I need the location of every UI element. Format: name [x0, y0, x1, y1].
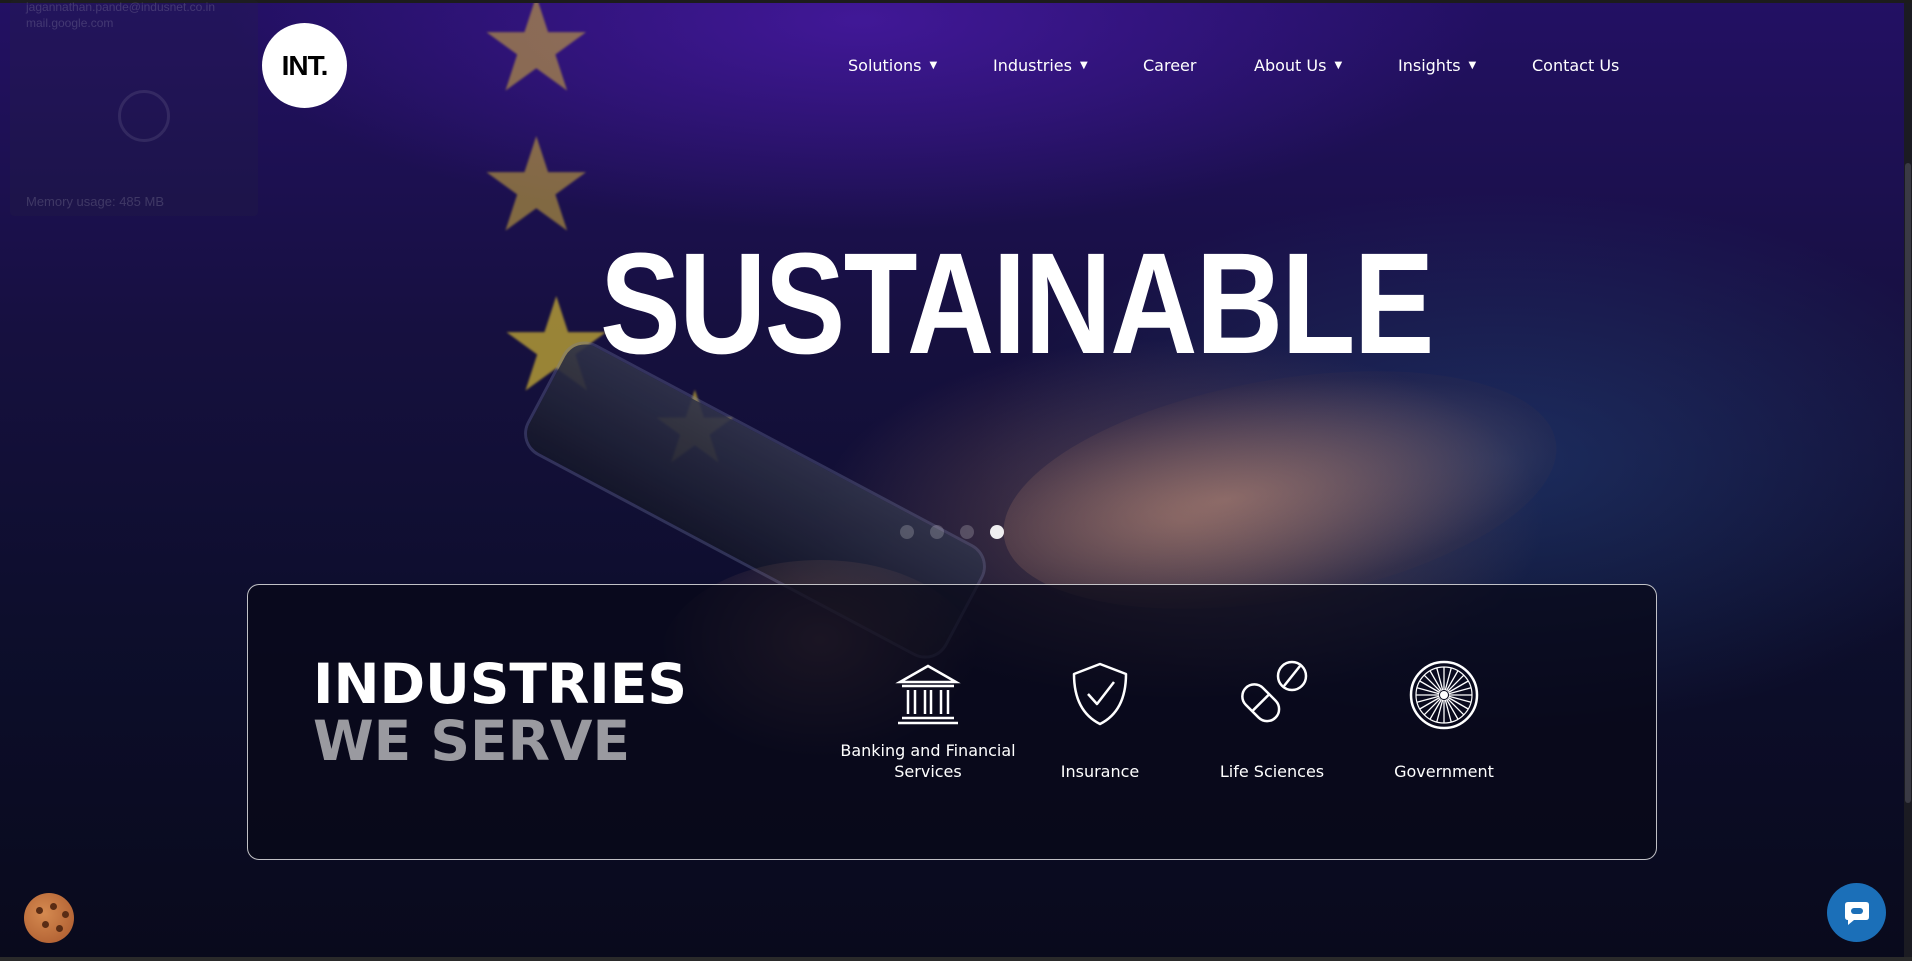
site-logo[interactable]: INT.: [262, 23, 347, 108]
industry-government[interactable]: Government: [1354, 660, 1534, 782]
nav-career[interactable]: Career: [1143, 56, 1196, 75]
tab-hover-card: jagannathan.pande@indusnet.co.in mail.go…: [10, 0, 258, 216]
nav-label: Insights: [1398, 56, 1461, 75]
bank-icon: [895, 664, 961, 725]
nav-label: About Us: [1254, 56, 1327, 75]
carousel-dots: [900, 525, 1004, 539]
industry-label: Insurance: [1060, 762, 1140, 781]
tooltip-title: jagannathan.pande@indusnet.co.in: [26, 0, 215, 14]
caret-down-icon: ▼: [1468, 60, 1477, 71]
nav-label: Career: [1143, 56, 1197, 75]
nav-label: Contact Us: [1532, 56, 1620, 75]
nav-insights[interactable]: Insights ▼: [1398, 56, 1476, 75]
carousel-dot-3[interactable]: [960, 525, 974, 539]
caret-down-icon: ▼: [929, 60, 938, 71]
carousel-dot-1[interactable]: [900, 525, 914, 539]
industry-label: Banking and Financial Services: [840, 741, 1016, 781]
tooltip-memory: Memory usage: 485 MB: [26, 194, 165, 209]
scrollbar[interactable]: [1904, 3, 1912, 957]
industries-heading-line2: WE SERVE: [313, 709, 631, 773]
pill-icon: [1241, 660, 1308, 723]
nav-solutions[interactable]: Solutions ▼: [848, 56, 937, 75]
caret-down-icon: ▼: [1079, 60, 1088, 71]
industry-label: Life Sciences: [1219, 762, 1325, 781]
scrollbar-thumb[interactable]: [1905, 163, 1911, 803]
industry-label: Government: [1394, 762, 1494, 781]
star-decoration: ★: [478, 0, 595, 121]
nav-label: Industries: [993, 56, 1072, 75]
window-border-bottom: [0, 957, 1912, 961]
logo-text: INT.: [281, 49, 329, 81]
chat-button[interactable]: [1827, 883, 1886, 942]
carousel-dot-4[interactable]: [990, 525, 1004, 539]
nav-about-us[interactable]: About Us ▼: [1254, 56, 1342, 75]
globe-icon: [118, 90, 170, 142]
industry-banking[interactable]: Banking and Financial Services: [838, 660, 1018, 782]
industry-insurance[interactable]: Insurance: [1010, 660, 1190, 782]
star-decoration: ★: [478, 109, 595, 261]
chat-bubble-icon: [1844, 901, 1869, 925]
carousel-dot-2[interactable]: [930, 525, 944, 539]
hero-headline: SUSTAINABLE: [600, 223, 1434, 384]
ashoka-chakra-icon: [1409, 660, 1479, 730]
nav-contact-us[interactable]: Contact Us: [1532, 56, 1619, 75]
tooltip-url: mail.google.com: [26, 16, 114, 30]
nav-label: Solutions: [848, 56, 922, 75]
cookie-settings-icon[interactable]: [24, 893, 74, 943]
industries-heading: INDUSTRIES WE SERVE: [313, 656, 687, 770]
window-border-top: [0, 0, 1912, 3]
industries-heading-line1: INDUSTRIES: [313, 652, 687, 716]
shield-check-icon: [1072, 662, 1128, 726]
nav-industries[interactable]: Industries ▼: [993, 56, 1088, 75]
caret-down-icon: ▼: [1334, 60, 1343, 71]
industry-life-sciences[interactable]: Life Sciences: [1182, 660, 1362, 782]
